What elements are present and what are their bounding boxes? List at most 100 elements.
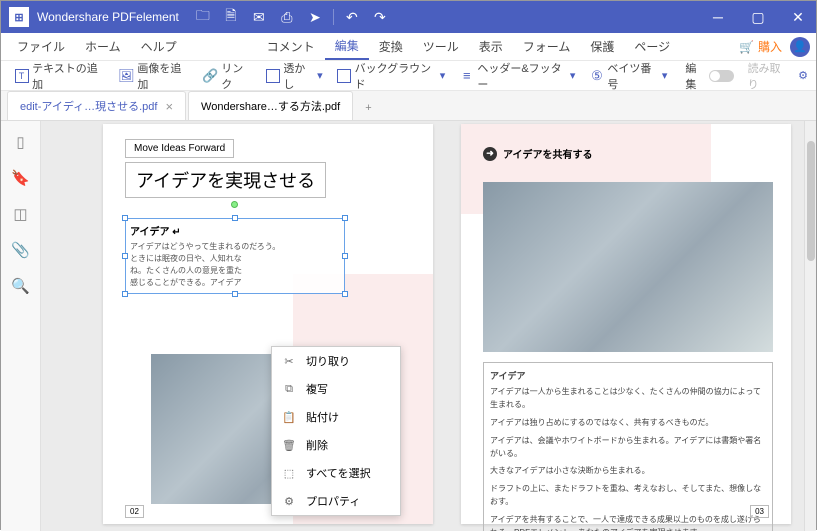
resize-handle[interactable] bbox=[122, 215, 128, 221]
chevron-down-icon: ▾ bbox=[440, 69, 446, 82]
close-icon[interactable]: ✕ bbox=[780, 1, 816, 33]
app-logo: ⊞ bbox=[9, 7, 29, 27]
paragraph: アイデアは一人から生まれることは少なく、たくさんの仲間の協力によって生まれる。 bbox=[490, 386, 766, 412]
ctx-select-all[interactable]: ⬚すべてを選択 bbox=[272, 459, 400, 487]
gear-icon: ⚙ bbox=[282, 495, 296, 508]
menu-help[interactable]: ヘルプ bbox=[131, 34, 187, 59]
tab-add-button[interactable]: + bbox=[355, 96, 381, 120]
paragraph: アイデアは独り占めにするのではなく、共有するべきものだ。 bbox=[490, 417, 766, 430]
header-footer-icon: ≡ bbox=[459, 68, 474, 84]
image-icon: 🖼 bbox=[118, 68, 134, 84]
resize-handle[interactable] bbox=[232, 291, 238, 297]
ctx-cut[interactable]: ✂切り取り bbox=[272, 347, 400, 375]
heading-small[interactable]: Move Ideas Forward bbox=[125, 139, 234, 158]
paragraph: アイデアを共有することで、一人で達成できる成果以上のものを成し遂げられる。PDF… bbox=[490, 514, 766, 531]
document-canvas[interactable]: Move Ideas Forward アイデアを実現させる アイデア ↵ アイデ… bbox=[41, 121, 804, 531]
resize-handle[interactable] bbox=[232, 215, 238, 221]
paste-icon: 📋 bbox=[282, 411, 296, 424]
toolbar: Tテキストの追加 🖼画像を追加 🔗リンク 透かし▾ バックグラウンド▾ ≡ヘッダ… bbox=[1, 61, 816, 91]
share-icon[interactable]: ➤ bbox=[303, 5, 327, 29]
select-all-icon: ⬚ bbox=[282, 467, 296, 480]
share-heading[interactable]: ➜ アイデアを共有する bbox=[483, 146, 593, 161]
copy-icon: ⧉ bbox=[282, 383, 296, 396]
tab-0[interactable]: edit-アイディ…現させる.pdf× bbox=[7, 91, 186, 120]
vertical-scrollbar[interactable] bbox=[804, 121, 816, 531]
resize-handle[interactable] bbox=[122, 291, 128, 297]
bates-button[interactable]: ⑤ベイツ番号▾ bbox=[584, 58, 672, 94]
textbox-title: アイデア ↵ bbox=[130, 223, 340, 238]
ctx-copy[interactable]: ⧉複写 bbox=[272, 375, 400, 403]
ctx-property[interactable]: ⚙プロパティ bbox=[272, 487, 400, 515]
menu-comment[interactable]: コメント bbox=[257, 34, 325, 59]
tab-close-icon[interactable]: × bbox=[165, 99, 173, 114]
resize-handle[interactable] bbox=[122, 253, 128, 259]
chevron-down-icon: ▾ bbox=[570, 69, 576, 82]
undo-icon[interactable]: ↶ bbox=[340, 5, 364, 29]
add-image-button[interactable]: 🖼画像を追加 bbox=[113, 58, 193, 94]
paragraph: アイデアは、会議やホワイトボードから生まれる。アイデアには書類や署名がいる。 bbox=[490, 435, 766, 461]
search-icon[interactable]: 🔍 bbox=[12, 277, 30, 295]
background-icon bbox=[337, 68, 352, 84]
menu-edit[interactable]: 編集 bbox=[325, 33, 369, 60]
arrow-circle-icon: ➜ bbox=[483, 147, 497, 161]
thumbnails-icon[interactable]: ▯ bbox=[12, 133, 30, 151]
chevron-down-icon: ▾ bbox=[662, 69, 668, 82]
context-menu: ✂切り取り ⧉複写 📋貼付け 🗑削除 ⬚すべてを選択 ⚙プロパティ bbox=[271, 346, 401, 516]
edit-mode-toggle[interactable]: 編集 bbox=[680, 58, 738, 94]
read-mode-label: 読み取り bbox=[743, 58, 795, 94]
maximize-icon[interactable]: ▢ bbox=[740, 1, 776, 33]
tab-1[interactable]: Wondershare…する方法.pdf bbox=[188, 91, 353, 120]
image-placeholder[interactable] bbox=[483, 182, 773, 352]
ctx-paste[interactable]: 📋貼付け bbox=[272, 403, 400, 431]
text-icon: T bbox=[14, 68, 29, 84]
menu-page[interactable]: ページ bbox=[624, 34, 680, 59]
cut-icon: ✂ bbox=[282, 355, 296, 368]
header-footer-button[interactable]: ≡ヘッダー&フッター▾ bbox=[454, 58, 580, 94]
buy-button[interactable]: 🛒購入 bbox=[739, 38, 782, 55]
mail-icon[interactable]: ✉ bbox=[247, 5, 271, 29]
layers-icon[interactable]: ◫ bbox=[12, 205, 30, 223]
open-icon[interactable]: 🗀 bbox=[191, 5, 215, 29]
heading-big[interactable]: アイデアを実現させる bbox=[125, 162, 326, 198]
settings-icon[interactable]: ⚙ bbox=[798, 69, 808, 82]
menu-file[interactable]: ファイル bbox=[7, 34, 75, 59]
block-title: アイデア bbox=[490, 369, 766, 383]
link-icon: 🔗 bbox=[202, 68, 218, 84]
scrollbar-thumb[interactable] bbox=[807, 141, 815, 261]
ctx-delete[interactable]: 🗑削除 bbox=[272, 431, 400, 459]
menu-display[interactable]: 表示 bbox=[469, 34, 513, 59]
delete-icon: 🗑 bbox=[282, 439, 296, 452]
selected-textbox[interactable]: アイデア ↵ アイデアはどうやって生まれるのだろう。 ときには眠夜の日や、人知れ… bbox=[125, 218, 345, 294]
add-text-button[interactable]: Tテキストの追加 bbox=[9, 58, 109, 94]
chevron-down-icon: ▾ bbox=[317, 69, 323, 82]
menu-tool[interactable]: ツール bbox=[413, 34, 469, 59]
save-icon[interactable]: 🗎 bbox=[219, 5, 243, 29]
user-avatar[interactable]: 👤 bbox=[790, 37, 810, 57]
minimize-icon[interactable]: ─ bbox=[700, 1, 736, 33]
menu-home[interactable]: ホーム bbox=[75, 34, 131, 59]
menu-convert[interactable]: 変換 bbox=[369, 34, 413, 59]
watermark-icon bbox=[265, 68, 280, 84]
print-icon[interactable]: ⎙ bbox=[275, 5, 299, 29]
bates-icon: ⑤ bbox=[589, 68, 604, 84]
resize-handle[interactable] bbox=[342, 291, 348, 297]
menu-protect[interactable]: 保護 bbox=[580, 34, 624, 59]
link-button[interactable]: 🔗リンク bbox=[197, 58, 256, 94]
watermark-button[interactable]: 透かし▾ bbox=[260, 58, 327, 94]
bookmark-icon[interactable]: 🔖 bbox=[12, 169, 30, 187]
page-number: 02 bbox=[125, 505, 144, 518]
resize-handle[interactable] bbox=[342, 253, 348, 259]
cart-icon: 🛒 bbox=[739, 40, 754, 54]
sidebar: ▯ 🔖 ◫ 📎 🔍 bbox=[1, 121, 41, 531]
attachment-icon[interactable]: 📎 bbox=[12, 241, 30, 259]
rotate-handle[interactable] bbox=[231, 201, 238, 208]
app-title: Wondershare PDFelement bbox=[37, 10, 179, 24]
titlebar: ⊞ Wondershare PDFelement 🗀 🗎 ✉ ⎙ ➤ ↶ ↷ ─… bbox=[1, 1, 816, 33]
menu-form[interactable]: フォーム bbox=[513, 34, 581, 59]
page-number: 03 bbox=[750, 505, 769, 518]
resize-handle[interactable] bbox=[342, 215, 348, 221]
text-block[interactable]: アイデア アイデアは一人から生まれることは少なく、たくさんの仲間の協力によって生… bbox=[483, 362, 773, 531]
redo-icon[interactable]: ↷ bbox=[368, 5, 392, 29]
content-area: ▯ 🔖 ◫ 📎 🔍 Move Ideas Forward アイデアを実現させる … bbox=[1, 121, 816, 531]
background-button[interactable]: バックグラウンド▾ bbox=[332, 58, 451, 94]
